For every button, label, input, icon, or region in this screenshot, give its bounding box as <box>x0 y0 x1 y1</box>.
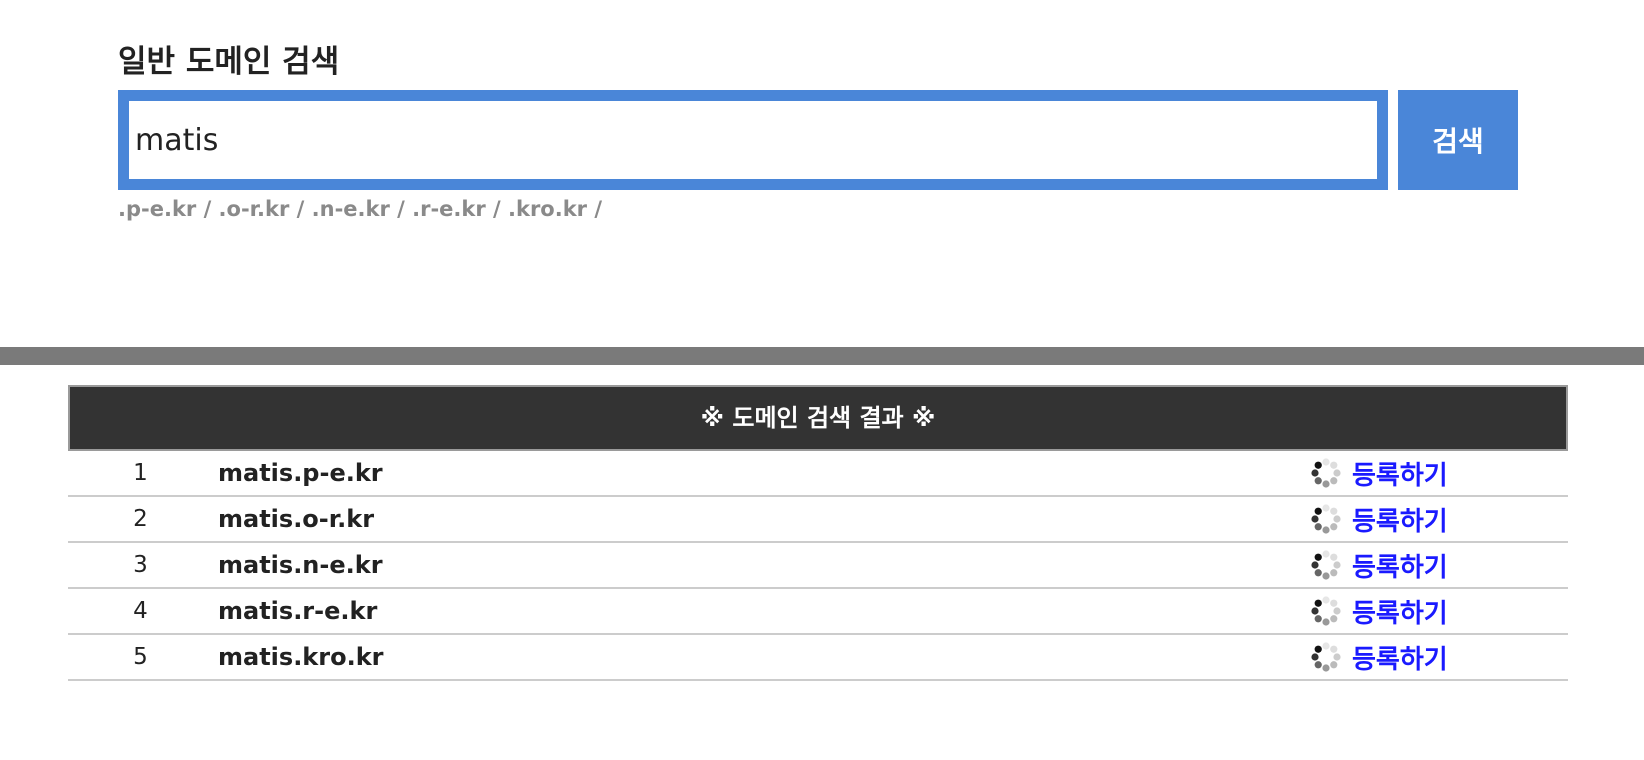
row-action: 등록하기 <box>1310 497 1448 541</box>
row-domain: matis.n-e.kr <box>218 551 383 579</box>
loading-spinner-icon <box>1310 457 1342 489</box>
row-number: 2 <box>133 506 148 532</box>
search-title: 일반 도메인 검색 <box>118 44 340 80</box>
register-link[interactable]: 등록하기 <box>1352 501 1448 538</box>
table-row: 2 matis.o-r.kr 등록하기 <box>68 497 1568 543</box>
row-action: 등록하기 <box>1310 451 1448 495</box>
table-row: 1 matis.p-e.kr 등록하기 <box>68 451 1568 497</box>
domain-search-input[interactable] <box>129 101 1377 179</box>
register-link[interactable]: 등록하기 <box>1352 455 1448 492</box>
row-domain: matis.o-r.kr <box>218 505 375 533</box>
row-number: 1 <box>133 460 148 486</box>
table-row: 3 matis.n-e.kr 등록하기 <box>68 543 1568 589</box>
search-row: 검색 <box>118 90 1518 190</box>
domain-suffix-list: .p-e.kr / .o-r.kr / .n-e.kr / .r-e.kr / … <box>118 197 603 221</box>
table-row: 4 matis.r-e.kr 등록하기 <box>68 589 1568 635</box>
row-domain: matis.r-e.kr <box>218 597 378 625</box>
row-action: 등록하기 <box>1310 635 1448 679</box>
row-number: 5 <box>133 644 148 670</box>
row-number: 4 <box>133 598 148 624</box>
loading-spinner-icon <box>1310 595 1342 627</box>
register-link[interactable]: 등록하기 <box>1352 547 1448 584</box>
register-link[interactable]: 등록하기 <box>1352 593 1448 630</box>
loading-spinner-icon <box>1310 503 1342 535</box>
row-number: 3 <box>133 552 148 578</box>
table-row: 5 matis.kro.kr 등록하기 <box>68 635 1568 681</box>
row-action: 등록하기 <box>1310 543 1448 587</box>
row-domain: matis.kro.kr <box>218 643 384 671</box>
results-header: ※ 도메인 검색 결과 ※ <box>68 385 1568 451</box>
search-section: 일반 도메인 검색 검색 .p-e.kr / .o-r.kr / .n-e.kr… <box>118 40 1518 221</box>
row-domain: matis.p-e.kr <box>218 459 383 487</box>
section-divider <box>0 347 1644 365</box>
register-link[interactable]: 등록하기 <box>1352 639 1448 676</box>
results-table: ※ 도메인 검색 결과 ※ 1 matis.p-e.kr 등록하기 2 mati… <box>68 385 1568 681</box>
search-box <box>118 90 1388 190</box>
search-button[interactable]: 검색 <box>1398 90 1518 190</box>
loading-spinner-icon <box>1310 549 1342 581</box>
loading-spinner-icon <box>1310 641 1342 673</box>
row-action: 등록하기 <box>1310 589 1448 633</box>
